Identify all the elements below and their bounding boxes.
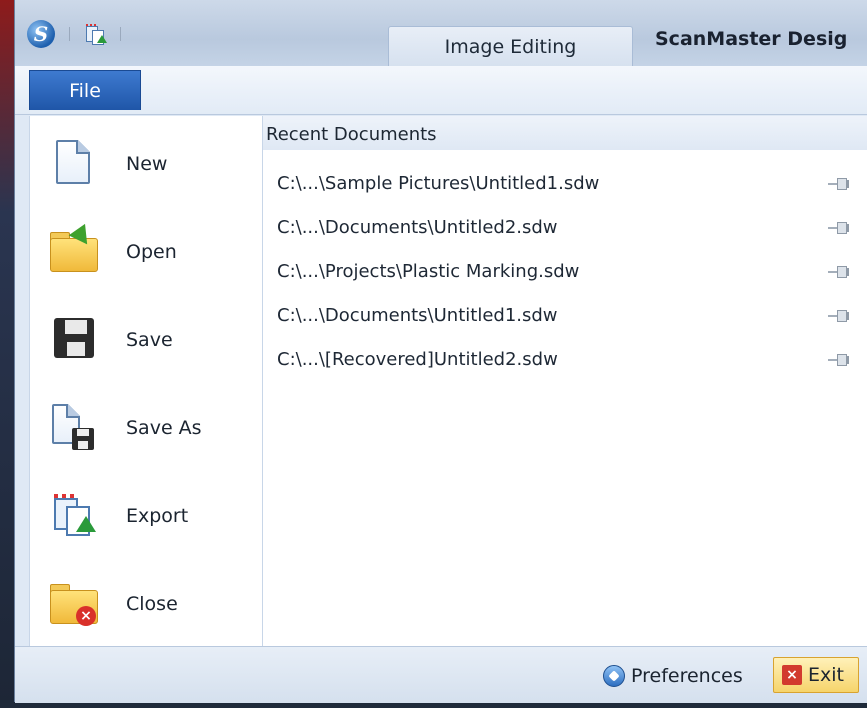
recent-document-path: C:\...\Documents\Untitled2.sdw	[277, 217, 558, 238]
pin-icon[interactable]	[828, 178, 850, 190]
recent-document-item[interactable]: C:\...\Sample Pictures\Untitled1.sdw	[277, 164, 867, 204]
backstage-footer: Preferences × Exit	[15, 646, 867, 703]
save-floppy-icon	[50, 316, 98, 364]
toolbar-separator	[69, 27, 70, 41]
menu-item-save[interactable]: Save	[30, 296, 262, 384]
pin-icon[interactable]	[828, 310, 850, 322]
menu-item-open[interactable]: Open	[30, 208, 262, 296]
recent-document-item[interactable]: C:\...\Projects\Plastic Marking.sdw	[277, 252, 867, 292]
save-as-icon	[50, 404, 98, 452]
menu-item-new[interactable]: New	[30, 120, 262, 208]
recent-document-path: C:\...\Projects\Plastic Marking.sdw	[277, 261, 580, 282]
recent-document-item[interactable]: C:\...\[Recovered]Untitled2.sdw	[277, 340, 867, 380]
desktop-background	[0, 0, 14, 708]
tab-image-editing[interactable]: Image Editing	[388, 26, 633, 66]
menu-item-label: Close	[126, 593, 178, 615]
menu-item-save-as[interactable]: Save As	[30, 384, 262, 472]
menu-item-label: Save As	[126, 417, 202, 439]
quick-access-toolbar: S	[27, 20, 129, 48]
backstage-window: S Image Editing ScanMaster Desig File Ne…	[14, 0, 867, 703]
app-logo-icon[interactable]: S	[27, 20, 55, 48]
menu-item-label: Save	[126, 329, 173, 351]
recent-documents-panel: Recent Documents C:\...\Sample Pictures\…	[263, 116, 867, 646]
export-icon	[50, 492, 98, 540]
export-quick-icon[interactable]	[84, 23, 107, 45]
close-icon: ×	[782, 665, 802, 685]
menu-item-label: Export	[126, 505, 189, 527]
exit-button[interactable]: × Exit	[773, 657, 859, 693]
recent-document-path: C:\...\[Recovered]Untitled2.sdw	[277, 349, 558, 370]
menu-item-export[interactable]: Export	[30, 472, 262, 560]
ribbon-tab-row	[15, 66, 867, 115]
pin-icon[interactable]	[828, 222, 850, 234]
preferences-label: Preferences	[631, 665, 743, 687]
pin-icon[interactable]	[828, 354, 850, 366]
menu-item-label: New	[126, 153, 168, 175]
close-folder-icon: ×	[50, 580, 98, 628]
open-folder-icon	[50, 223, 98, 276]
recent-document-item[interactable]: C:\...\Documents\Untitled1.sdw	[277, 296, 867, 336]
title-bar: S Image Editing ScanMaster Desig	[15, 0, 867, 66]
menu-item-label: Open	[126, 241, 177, 263]
file-tab[interactable]: File	[29, 70, 141, 110]
pin-icon[interactable]	[828, 266, 850, 278]
preferences-icon	[603, 665, 625, 687]
preferences-button[interactable]: Preferences	[603, 659, 743, 693]
recent-document-path: C:\...\Sample Pictures\Untitled1.sdw	[277, 173, 600, 194]
new-document-icon	[50, 140, 98, 188]
menu-item-close[interactable]: × Close	[30, 560, 262, 648]
recent-document-item[interactable]: C:\...\Documents\Untitled2.sdw	[277, 208, 867, 248]
backstage-menu: New Open Save Save As Export × Close	[29, 116, 263, 646]
exit-label: Exit	[808, 664, 844, 686]
recent-document-path: C:\...\Documents\Untitled1.sdw	[277, 305, 558, 326]
toolbar-separator	[120, 27, 121, 41]
recent-documents-header: Recent Documents	[263, 116, 867, 150]
app-title: ScanMaster Desig	[655, 28, 848, 50]
